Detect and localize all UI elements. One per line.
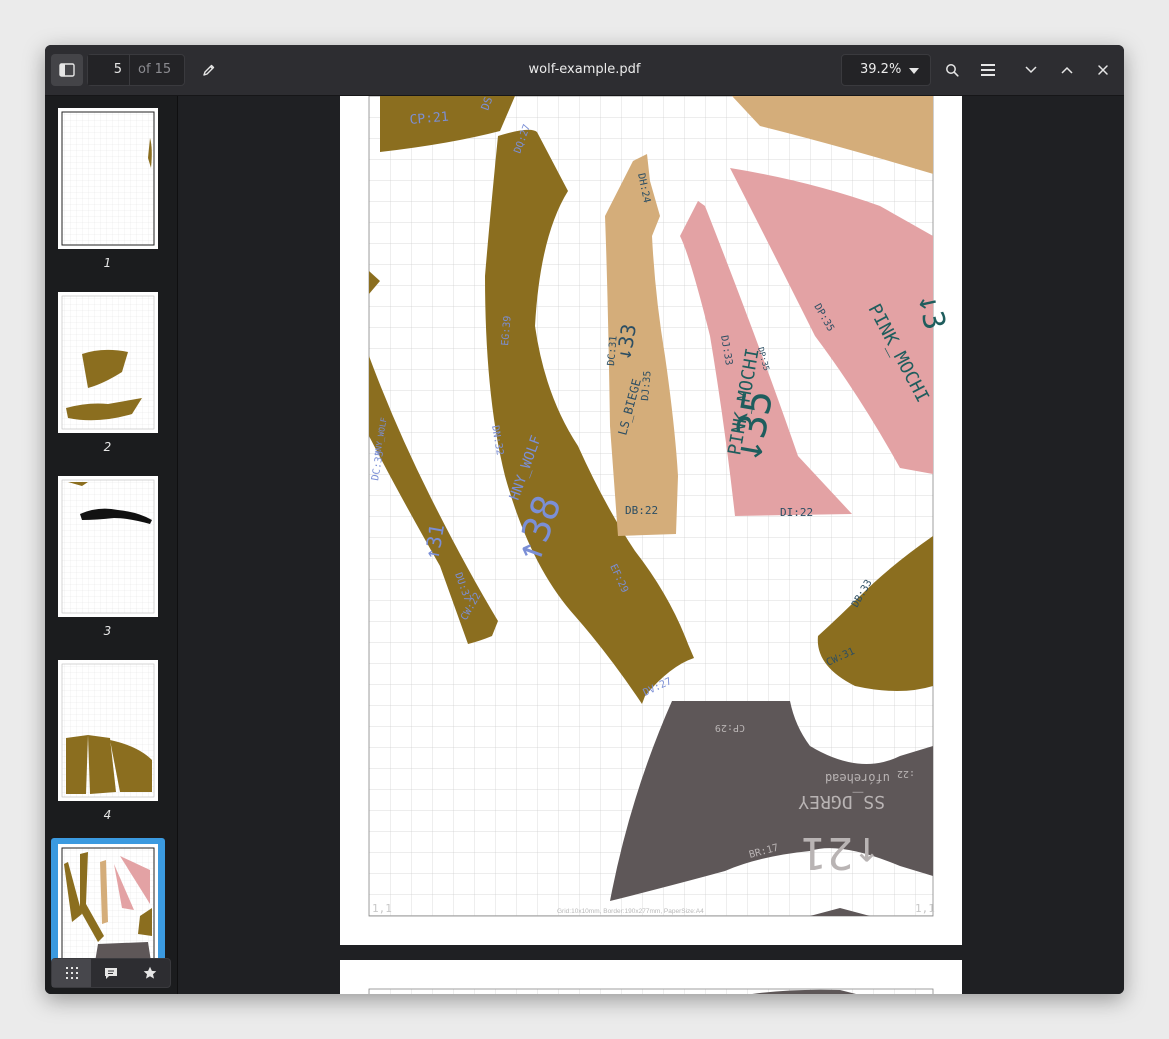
thumbnail-label: 4: [103, 808, 112, 822]
thumbnail-preview: [61, 295, 155, 430]
pencil-icon: [203, 64, 215, 76]
page-thumbnail-1[interactable]: [58, 108, 158, 249]
next-result-button[interactable]: [1015, 54, 1047, 86]
chevron-down-icon: [1025, 66, 1037, 74]
page-number-input[interactable]: 5: [88, 55, 130, 85]
page-thumbnail-2[interactable]: [58, 292, 158, 433]
pdf-page-6: [340, 960, 962, 994]
comment-icon: [104, 967, 117, 979]
page-total-label: of 15: [138, 62, 172, 77]
close-button[interactable]: [1087, 54, 1119, 86]
page-thumbnail-5[interactable]: [58, 844, 158, 982]
pdf-page-5: CP:21 DS DQ:27 EG:39 DN:32 HNY_WOLF ↑38 …: [340, 96, 962, 945]
label-db22: DB:22: [625, 504, 658, 517]
search-button[interactable]: [936, 54, 968, 86]
hamburger-menu-icon: [981, 64, 995, 76]
annotate-button[interactable]: [193, 54, 225, 86]
grid-icon: [65, 967, 78, 979]
label-uforehead: ufórehead: [825, 771, 890, 785]
toggle-sidebar-button[interactable]: [51, 54, 83, 86]
label-num21: ↑21: [801, 827, 880, 878]
previous-result-button[interactable]: [1051, 54, 1083, 86]
zoom-select[interactable]: 39.2%: [841, 54, 931, 86]
menu-button[interactable]: [972, 54, 1004, 86]
page-navigator: 5 of 15: [87, 54, 185, 86]
annotations-view-button[interactable]: [91, 959, 130, 987]
corner-label-left: 1,1: [372, 902, 392, 915]
corner-label-right: 1,1: [915, 902, 935, 915]
page-content: CP:21 DS DQ:27 EG:39 DN:32 HNY_WOLF ↑38 …: [368, 96, 952, 917]
pdf-viewer-window: 5 of 15 wolf-example.pdf 39.2% 1 2 3 4 C…: [45, 45, 1124, 994]
thumbnail-preview: [61, 663, 155, 798]
bookmarks-view-button[interactable]: [131, 959, 170, 987]
search-icon: [946, 64, 959, 77]
thumbnail-label: 2: [103, 440, 112, 454]
label-x22: :22: [897, 768, 915, 779]
thumbnail-preview: [61, 111, 155, 246]
chevron-down-icon: [909, 68, 919, 74]
thumbnail-preview: [61, 847, 155, 982]
chevron-up-icon: [1061, 66, 1073, 74]
thumbnails-view-button[interactable]: [52, 959, 92, 987]
thumbnail-sidebar: 1 2 3 4: [45, 96, 178, 994]
thumbnail-label: 3: [103, 624, 112, 638]
zoom-value: 39.2%: [860, 62, 902, 77]
document-viewer[interactable]: CP:21 DS DQ:27 EG:39 DN:32 HNY_WOLF ↑38 …: [178, 96, 1124, 994]
thumbnail-label: 1: [103, 256, 112, 270]
page-thumbnail-4[interactable]: [58, 660, 158, 801]
star-icon: [144, 966, 157, 979]
sidebar-icon: [59, 63, 75, 77]
label-ss-dgrey: SS_DGREY: [798, 791, 885, 812]
page-thumbnail-3[interactable]: [58, 476, 158, 617]
label-di22: DI:22: [780, 506, 813, 519]
svg-text:↓3: ↓3: [910, 290, 952, 333]
grid-info-footer: Grid:10x10mm, Border:190x277mm, PaperSiz…: [557, 908, 704, 915]
sidebar-footer: [51, 958, 171, 988]
toolbar: 5 of 15 wolf-example.pdf 39.2%: [45, 45, 1124, 96]
close-icon: [1098, 65, 1108, 75]
page-6-preview: [368, 988, 934, 994]
label-cp29: CP:29: [715, 722, 745, 733]
thumbnail-preview: [61, 479, 155, 614]
